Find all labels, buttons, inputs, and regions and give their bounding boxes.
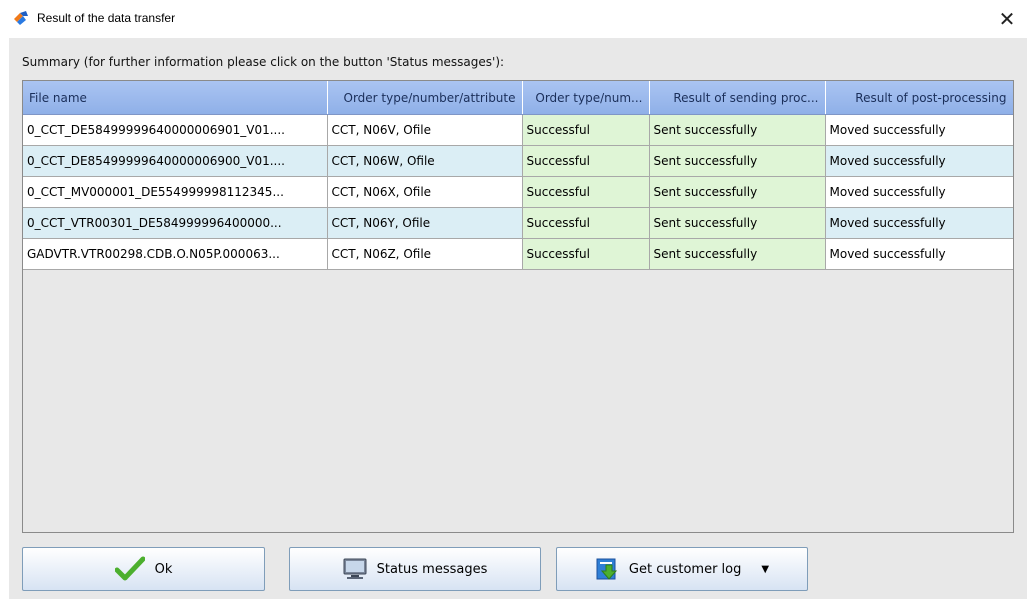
post-processing-cell: Moved successfully — [825, 145, 1013, 177]
column-header-order-type-number-attribute[interactable]: Order type/number/attribute — [327, 81, 523, 115]
get-customer-log-button[interactable]: Get customer log ▼ — [556, 547, 808, 591]
post-processing-cell: Moved successfully — [825, 114, 1013, 146]
window-title: Result of the data transfer — [37, 11, 176, 25]
column-header-result-post-processing[interactable]: Result of post-processing — [825, 81, 1013, 115]
customer-log-icon — [596, 558, 618, 580]
column-header-file-name[interactable]: File name — [23, 81, 328, 115]
column-header-order-type-num[interactable]: Order type/num... — [522, 81, 650, 115]
order-status-cell: Successful — [522, 114, 650, 146]
post-processing-cell: Moved successfully — [825, 207, 1013, 239]
order-status-cell: Successful — [522, 145, 650, 177]
order-type-cell: CCT, N06X, Ofile — [327, 176, 523, 208]
file-name-cell: 0_CCT_MV000001_DE554999998112345... — [23, 176, 328, 208]
sending-result-cell: Sent successfully — [649, 145, 826, 177]
table-row[interactable]: 0_CCT_VTR00301_DE584999996400000... CCT,… — [23, 207, 1013, 239]
checkmark-icon — [114, 556, 145, 581]
app-icon — [12, 10, 30, 26]
ok-button[interactable]: Ok — [22, 547, 265, 591]
table-row[interactable]: 0_CCT_DE58499999640000006901_V01.... CCT… — [23, 114, 1013, 146]
sending-result-cell: Sent successfully — [649, 114, 826, 146]
table-row[interactable]: 0_CCT_MV000001_DE554999998112345... CCT,… — [23, 176, 1013, 208]
sending-result-cell: Sent successfully — [649, 238, 826, 270]
file-name-cell: 0_CCT_DE58499999640000006901_V01.... — [23, 114, 328, 146]
order-status-cell: Successful — [522, 207, 650, 239]
order-status-cell: Successful — [522, 238, 650, 270]
file-name-cell: GADVTR.VTR00298.CDB.O.N05P.000063... — [23, 238, 328, 270]
dropdown-arrow-icon[interactable]: ▼ — [761, 564, 769, 575]
post-processing-cell: Moved successfully — [825, 176, 1013, 208]
get-customer-log-label: Get customer log — [628, 561, 742, 577]
status-messages-button[interactable]: Status messages — [289, 547, 541, 591]
file-name-cell: 0_CCT_VTR00301_DE584999996400000... — [23, 207, 328, 239]
post-processing-cell: Moved successfully — [825, 238, 1013, 270]
column-header-result-sending[interactable]: Result of sending proc... — [649, 81, 826, 115]
table-row[interactable]: GADVTR.VTR00298.CDB.O.N05P.000063... CCT… — [23, 238, 1013, 270]
table-row[interactable]: 0_CCT_DE85499999640000006900_V01.... CCT… — [23, 145, 1013, 177]
table-header-row: File name Order type/number/attribute Or… — [23, 81, 1013, 115]
order-type-cell: CCT, N06V, Ofile — [327, 114, 523, 146]
sending-result-cell: Sent successfully — [649, 207, 826, 239]
dialog-content: Summary (for further information please … — [9, 38, 1027, 599]
summary-text: Summary (for further information please … — [22, 55, 505, 69]
order-type-cell: CCT, N06Y, Ofile — [327, 207, 523, 239]
ok-button-label: Ok — [154, 561, 173, 577]
file-name-cell: 0_CCT_DE85499999640000006900_V01.... — [23, 145, 328, 177]
results-table[interactable]: File name Order type/number/attribute Or… — [22, 80, 1014, 533]
close-icon[interactable]: ✕ — [987, 0, 1027, 38]
order-type-cell: CCT, N06Z, Ofile — [327, 238, 523, 270]
order-status-cell: Successful — [522, 176, 650, 208]
title-bar: Result of the data transfer ✕ — [0, 0, 1027, 38]
status-messages-label: Status messages — [376, 561, 488, 577]
sending-result-cell: Sent successfully — [649, 176, 826, 208]
order-type-cell: CCT, N06W, Ofile — [327, 145, 523, 177]
monitor-icon — [343, 558, 367, 579]
